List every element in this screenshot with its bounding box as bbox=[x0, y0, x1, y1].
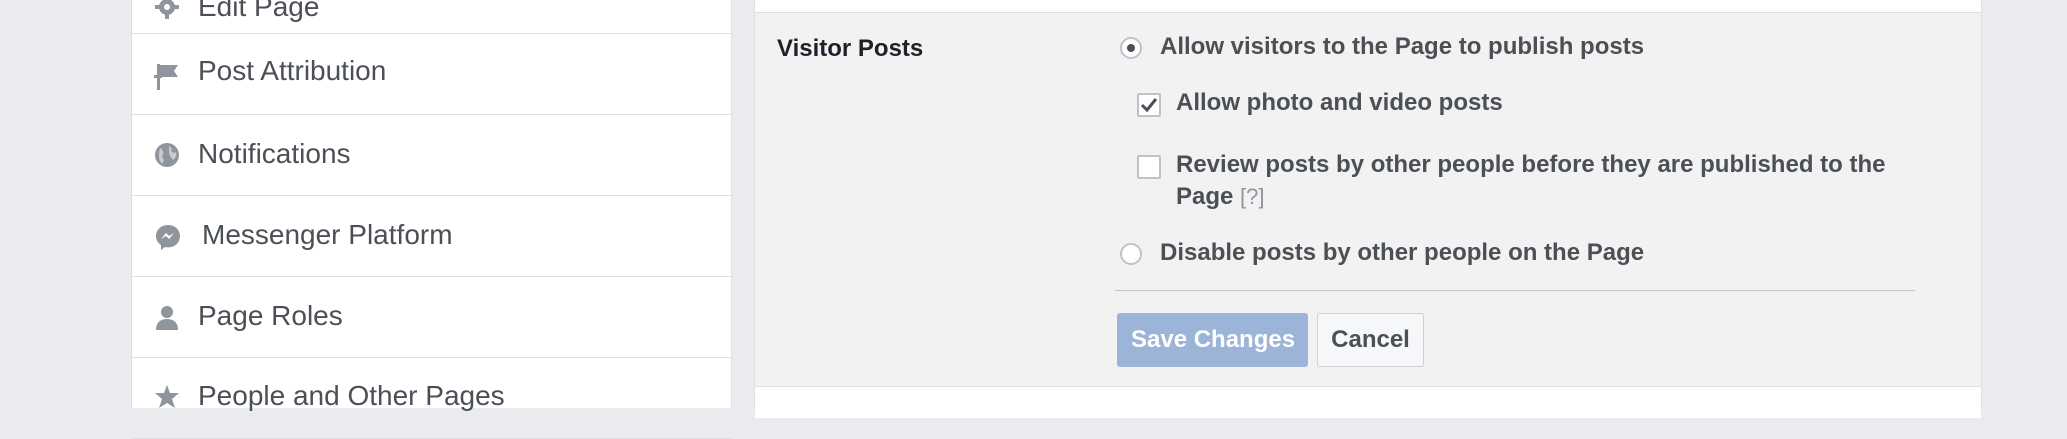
person-icon bbox=[154, 305, 180, 331]
disable-posts-radio[interactable] bbox=[1120, 243, 1142, 265]
sidebar-item-label: Notifications bbox=[198, 138, 351, 169]
settings-sidebar: Edit Page Post Attribution Notifications bbox=[131, 0, 732, 439]
help-link[interactable]: [?] bbox=[1240, 184, 1264, 209]
sidebar-item-edit-page[interactable]: Edit Page bbox=[132, 0, 731, 34]
messenger-icon bbox=[154, 223, 180, 250]
settings-row-above bbox=[755, 0, 1981, 13]
sidebar-item-post-attribution[interactable]: Post Attribution bbox=[132, 34, 731, 115]
allow-photo-video-checkbox[interactable] bbox=[1137, 93, 1161, 117]
checkmark-icon bbox=[1140, 98, 1158, 113]
allow-visitors-label[interactable]: Allow visitors to the Page to publish po… bbox=[1160, 31, 1644, 63]
sidebar-item-label: Post Attribution bbox=[198, 55, 387, 86]
sidebar-item-messenger-platform[interactable]: Messenger Platform bbox=[132, 196, 731, 277]
disable-posts-label[interactable]: Disable posts by other people on the Pag… bbox=[1160, 237, 1644, 269]
allow-visitors-radio[interactable] bbox=[1120, 37, 1142, 59]
review-posts-label-line2[interactable]: Page [?] bbox=[1176, 181, 1265, 213]
flag-icon bbox=[154, 62, 180, 90]
settings-panel: Visitor Posts Allow visitors to the Page… bbox=[754, 0, 1982, 418]
settings-row-below bbox=[755, 388, 1981, 418]
review-posts-label-page: Page bbox=[1176, 183, 1234, 210]
sidebar-item-label: Edit Page bbox=[198, 0, 320, 22]
save-changes-button[interactable]: Save Changes bbox=[1117, 313, 1308, 367]
sidebar-item-people-and-other-pages[interactable]: People and Other Pages bbox=[132, 358, 731, 439]
review-posts-checkbox[interactable] bbox=[1137, 155, 1161, 179]
cancel-button[interactable]: Cancel bbox=[1317, 313, 1424, 367]
globe-icon bbox=[154, 142, 180, 168]
sidebar-item-label: Page Roles bbox=[198, 300, 343, 331]
sidebar-item-notifications[interactable]: Notifications bbox=[132, 115, 731, 196]
sidebar-item-label: Messenger Platform bbox=[202, 219, 453, 250]
review-posts-label-line1[interactable]: Review posts by other people before they… bbox=[1176, 149, 1885, 181]
divider bbox=[1115, 290, 1915, 291]
visitor-posts-row: Visitor Posts Allow visitors to the Page… bbox=[755, 13, 1981, 387]
star-icon bbox=[154, 384, 180, 410]
allow-photo-video-label[interactable]: Allow photo and video posts bbox=[1176, 87, 1503, 119]
gear-icon bbox=[154, 0, 180, 20]
sidebar-item-page-roles[interactable]: Page Roles bbox=[132, 277, 731, 358]
section-title: Visitor Posts bbox=[777, 35, 924, 62]
sidebar-item-label: People and Other Pages bbox=[198, 380, 505, 411]
